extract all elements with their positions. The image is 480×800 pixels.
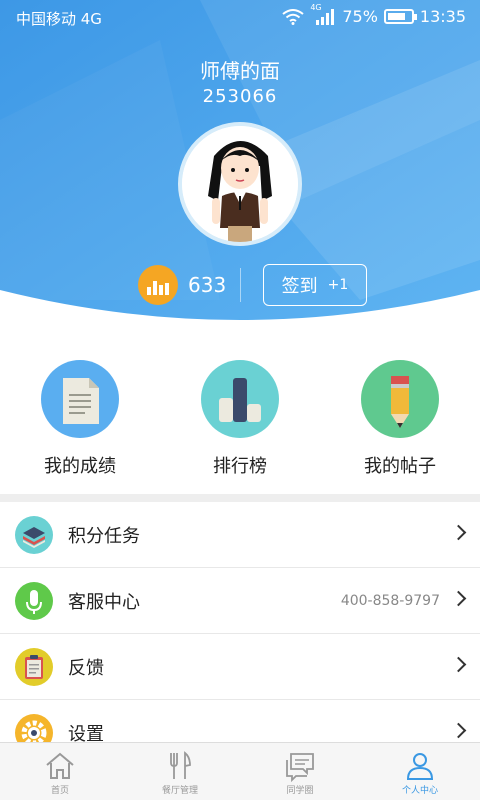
menu-list: 积分任务 客服中心 400-858-9797 反馈 设置 <box>0 502 480 766</box>
chevron-right-icon <box>450 524 467 541</box>
tab-classmates[interactable]: 同学圈 <box>240 743 360 800</box>
profile-header: 中国移动 4G 4G 75% 13:35 师傅的面 253066 633 签到 … <box>0 0 480 330</box>
menu-item-feedback[interactable]: 反馈 <box>0 634 480 700</box>
stack-layers-icon <box>15 516 53 554</box>
avatar[interactable] <box>178 122 302 246</box>
battery-icon <box>383 9 417 24</box>
tab-personal-center[interactable]: 个人中心 <box>360 743 480 800</box>
menu-item-label: 客服中心 <box>68 591 140 613</box>
checkin-bonus: +1 <box>327 277 349 293</box>
points-value: 633 <box>188 273 227 297</box>
checkin-label: 签到 <box>281 276 318 297</box>
quick-actions: 我的成绩 排行榜 我的帖子 <box>0 355 480 485</box>
coin-stack-icon <box>138 265 178 305</box>
wifi-icon <box>282 8 304 25</box>
quick-action-label: 排行榜 <box>213 456 267 477</box>
menu-item-customer-service[interactable]: 客服中心 400-858-9797 <box>0 568 480 634</box>
status-bar: 中国移动 4G 4G 75% 13:35 <box>0 0 480 36</box>
signal-icon: 4G <box>310 3 336 26</box>
chevron-right-icon <box>450 590 467 607</box>
menu-item-points-tasks[interactable]: 积分任务 <box>0 502 480 568</box>
chat-bubbles-icon <box>286 753 314 783</box>
bottom-tab-bar: 首页 餐厅管理 同学圈 个人中心 <box>0 742 480 800</box>
tab-home[interactable]: 首页 <box>0 743 120 800</box>
chevron-right-icon <box>450 722 467 739</box>
customer-service-phone: 400-858-9797 <box>340 592 440 609</box>
network-type-label: 4G <box>310 2 322 12</box>
status-icons: 4G 75% 13:35 <box>282 3 466 26</box>
battery-percent: 75% <box>342 7 378 26</box>
app-screen: 中国移动 4G 4G 75% 13:35 师傅的面 253066 633 签到 … <box>0 0 480 800</box>
chevron-right-icon <box>450 656 467 673</box>
tab-restaurant-management[interactable]: 餐厅管理 <box>120 743 240 800</box>
quick-action-my-posts[interactable]: 我的帖子 <box>320 355 480 478</box>
tab-label: 首页 <box>50 786 69 796</box>
points-display: 633 <box>138 265 226 305</box>
pencil-icon <box>361 360 439 438</box>
quick-action-label: 我的成绩 <box>44 456 116 477</box>
user-name: 师傅的面 <box>200 59 280 83</box>
carrier-label: 中国移动 4G <box>16 10 102 28</box>
ranking-bars-icon <box>201 360 279 438</box>
home-icon <box>46 752 74 779</box>
tab-label: 同学圈 <box>286 786 314 796</box>
avatar-illustration <box>182 126 298 242</box>
clock: 13:35 <box>419 7 466 26</box>
quick-action-ranking[interactable]: 排行榜 <box>160 355 320 478</box>
checkin-button[interactable]: 签到 +1 <box>263 264 367 306</box>
quick-action-my-scores[interactable]: 我的成绩 <box>0 355 160 478</box>
tab-label: 餐厅管理 <box>161 786 198 796</box>
battery-fill <box>387 13 405 20</box>
document-icon <box>41 360 119 438</box>
fork-knife-icon <box>170 751 191 779</box>
person-icon <box>406 753 434 780</box>
header-divider <box>240 268 241 302</box>
microphone-icon <box>15 582 53 620</box>
menu-item-label: 反馈 <box>68 657 104 679</box>
clipboard-icon <box>15 648 53 686</box>
quick-action-label: 我的帖子 <box>364 456 436 477</box>
section-separator <box>0 494 480 502</box>
menu-item-label: 积分任务 <box>68 525 140 547</box>
user-id: 253066 <box>202 86 278 107</box>
tab-label: 个人中心 <box>401 786 438 796</box>
